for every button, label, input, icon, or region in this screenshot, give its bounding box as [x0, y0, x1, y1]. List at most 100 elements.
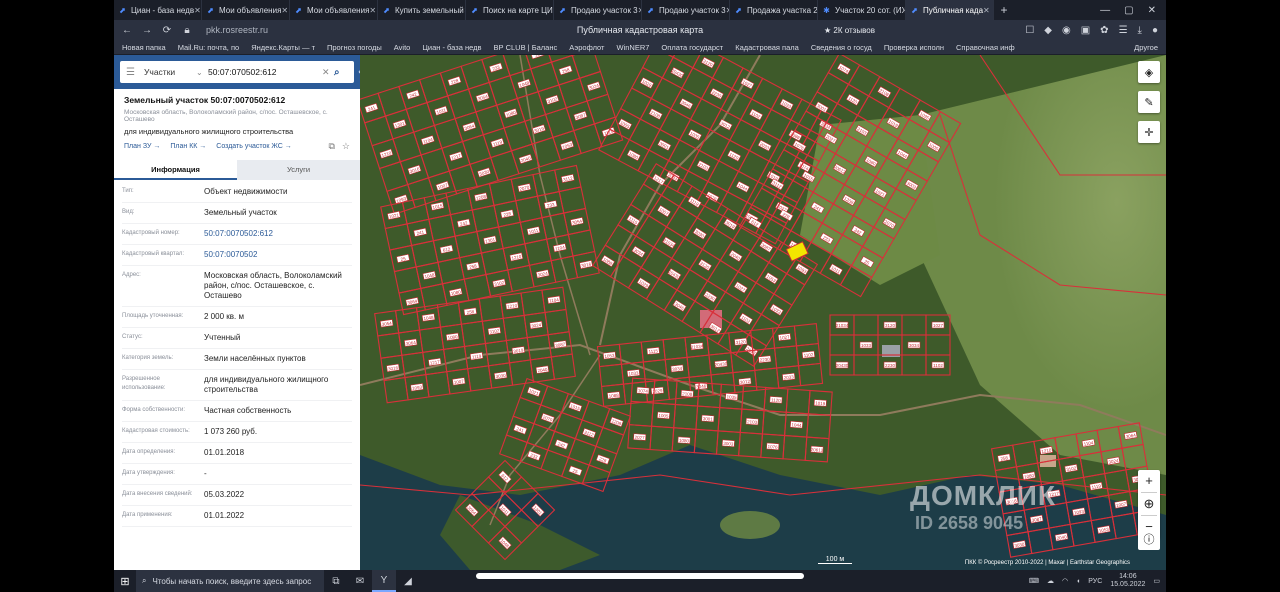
browser-tab[interactable]: ⬈Купить земельный✕ — [378, 0, 466, 20]
taskbar-search-input[interactable]: Чтобы начать поиск, введите здесь запрос — [152, 577, 311, 586]
clock-date: 15.05.2022 — [1110, 581, 1146, 588]
cloud-icon[interactable]: ☁ — [1047, 577, 1054, 585]
share-icon[interactable]: ⧉ — [328, 141, 334, 152]
taskbar-search[interactable]: ⌕ Чтобы начать поиск, введите здесь запр… — [136, 570, 324, 592]
forward-arrow-icon[interactable]: → — [140, 25, 154, 36]
language-indicator[interactable]: РУС — [1088, 578, 1102, 585]
info-value[interactable]: 50:07:0070502:612 — [204, 229, 352, 239]
close-icon[interactable]: ✕ — [281, 6, 288, 15]
system-tray: ⌨ ☁ ◠ ◖ РУС 14:06 15.05.2022 ▭ — [1029, 573, 1166, 589]
bookmark-item[interactable]: Оплата государст — [661, 43, 723, 52]
bookmark-item[interactable]: Аэрофлот — [569, 43, 604, 52]
search-input[interactable]: 50:07:070502:612 — [208, 67, 322, 77]
close-window-icon[interactable]: ✕ — [1148, 5, 1156, 16]
extension-icon[interactable]: ✿ — [1100, 25, 1108, 36]
zoom-reset-button[interactable]: ⊕ — [1144, 493, 1155, 515]
task-view-icon[interactable]: ⧉ — [324, 570, 348, 592]
notifications-icon[interactable]: ▭ — [1153, 577, 1160, 585]
bookmarks-more[interactable]: Другое — [1134, 43, 1158, 52]
parcel-label: 2103 — [747, 419, 758, 425]
info-row: Кадастровый квартал: 50:07:0070502 — [122, 245, 352, 266]
bookmark-item[interactable]: Avito — [394, 43, 411, 52]
watermark-id: ID 2658 9045 — [915, 513, 1024, 533]
cadastral-map[interactable]: 2412422282332561213011011305410482581210… — [360, 55, 1166, 570]
plan-kk-link[interactable]: План КК → — [170, 143, 206, 150]
pencil-icon[interactable]: ✎ — [1138, 91, 1160, 113]
browser-tab[interactable]: ⬈ Циан - база недв ✕ — [114, 0, 202, 20]
volume-icon[interactable]: ◖ — [1076, 578, 1080, 585]
bookmark-item[interactable]: Новая папка — [122, 43, 166, 52]
tab-services[interactable]: Услуги — [237, 160, 360, 180]
bookmark-item[interactable]: Циан - база недв — [422, 43, 481, 52]
clock[interactable]: 14:06 15.05.2022 — [1110, 573, 1145, 589]
bookmark-item[interactable]: WinNER7 — [616, 43, 649, 52]
browser-tab[interactable]: ⬈Продажа участка 2✕ — [730, 0, 818, 20]
star-icon[interactable]: ☆ — [342, 141, 350, 152]
back-arrow-icon[interactable]: ← — [120, 25, 134, 36]
cian-icon: ⬈ — [383, 5, 390, 15]
info-key: Тип: — [122, 188, 134, 194]
info-key: Кадастровая стоимость: — [122, 428, 190, 434]
bookmark-item[interactable]: Проверка исполн — [884, 43, 944, 52]
bookmark-item[interactable]: Прогноз погоды — [327, 43, 382, 52]
download-icon[interactable]: ⤓ — [1138, 25, 1142, 36]
info-icon[interactable]: ⓘ — [1138, 528, 1160, 550]
windows-start-icon[interactable]: ⊞ — [114, 575, 136, 588]
search-icon[interactable]: ⌕ — [334, 67, 348, 78]
extension-icon[interactable]: ▣ — [1081, 25, 1090, 36]
layers-icon[interactable]: ◈ — [1138, 61, 1160, 83]
extension-icon[interactable]: ◆ — [1044, 25, 1052, 36]
bookmark-item[interactable]: Mail.Ru: почта, по — [178, 43, 240, 52]
browser-tab[interactable]: ⬈Продаю участок 3✕ — [642, 0, 730, 20]
close-icon[interactable]: ✕ — [983, 6, 990, 15]
new-tab-button[interactable]: + — [994, 3, 1014, 17]
yandex-browser-icon[interactable]: Y — [372, 570, 396, 592]
browser-tab[interactable]: ⬈ Публичная када ✕ — [906, 0, 994, 20]
browser-tab[interactable]: ✱Участок 20 сот. (ИЖ✕ — [818, 0, 906, 20]
mail-icon[interactable]: ✉ — [348, 570, 372, 592]
reviews-badge[interactable]: ★ 2К отзывов — [824, 26, 875, 35]
colorful-icon: ✱ — [823, 5, 830, 15]
search-box[interactable]: ☰ Участки ⌄ 50:07:070502:612 ✕ ⌕ — [120, 61, 354, 83]
bookmark-item[interactable]: Кадастровая пала — [735, 43, 799, 52]
extension-icon[interactable]: ☰ — [1119, 25, 1128, 36]
locate-icon[interactable]: ✛ — [1138, 121, 1160, 143]
close-icon[interactable]: ✕ — [194, 6, 201, 15]
close-icon[interactable]: ✕ — [322, 67, 334, 78]
browser-tab[interactable]: ⬈ Мои объявления ✕ — [290, 0, 378, 20]
app-icon[interactable]: ◢ — [396, 570, 420, 592]
bookmark-item[interactable]: Яндекс.Карты — т — [251, 43, 315, 52]
zoom-in-button[interactable]: + — [1145, 470, 1153, 492]
bookmark-icon[interactable]: ☐ — [1025, 25, 1034, 36]
info-value[interactable]: 50:07:0070502 — [204, 250, 352, 260]
info-key: Статус: — [122, 334, 143, 340]
keyboard-icon[interactable]: ⌨ — [1029, 577, 1039, 585]
bookmark-item[interactable]: Сведения о госуд — [811, 43, 872, 52]
parcel-label: 21034 — [836, 323, 849, 328]
maximize-icon[interactable]: ▢ — [1124, 5, 1133, 16]
chevron-down-icon[interactable]: ⌄ — [196, 68, 208, 77]
scale-bar: 100 м — [818, 556, 852, 564]
parcel-label: 1019 — [815, 401, 826, 407]
close-icon[interactable]: ✕ — [369, 6, 376, 15]
browser-tab[interactable]: ⬈Поиск на карте ЦИ✕ — [466, 0, 554, 20]
url-text[interactable]: pkk.rosreestr.ru — [206, 25, 286, 35]
browser-tab[interactable]: ⬈ Мои объявления ✕ — [202, 0, 290, 20]
extension-icon[interactable]: ◉ — [1062, 25, 1071, 36]
create-ks-link[interactable]: Создать участок ЖС → — [216, 143, 292, 150]
tab-information[interactable]: Информация — [114, 160, 237, 180]
plan-zu-link[interactable]: План ЗУ → — [124, 143, 160, 150]
menu-icon[interactable]: ☰ — [126, 67, 144, 78]
info-row: Дата применения: 01.01.2022 — [122, 506, 352, 527]
bookmark-item[interactable]: Справочная инф — [956, 43, 1015, 52]
reload-icon[interactable]: ⟳ — [160, 25, 174, 36]
profile-icon[interactable]: ● — [1152, 25, 1158, 36]
search-type-select[interactable]: Участки — [144, 67, 196, 77]
wifi-icon[interactable]: ◠ — [1062, 577, 1068, 585]
minimize-icon[interactable]: — — [1100, 5, 1110, 16]
bookmark-item[interactable]: ВР CLUB | Баланс — [493, 43, 557, 52]
browser-tab[interactable]: ⬈Продаю участок 3✕ — [554, 0, 642, 20]
info-key: Категория земель: — [122, 355, 174, 361]
lock-icon: 🔒︎ — [184, 24, 190, 36]
info-row: Кадастровая стоимость: 1 073 260 руб. — [122, 422, 352, 443]
